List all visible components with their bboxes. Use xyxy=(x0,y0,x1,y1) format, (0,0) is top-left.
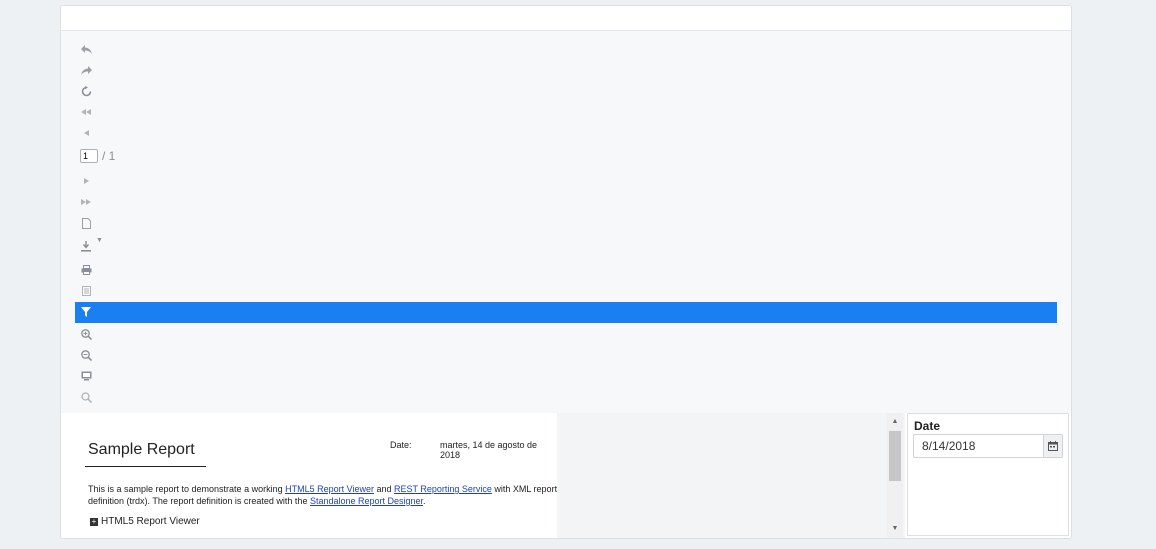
print-button[interactable] xyxy=(75,260,1057,281)
parameters-panel: Date 8/14/2018 xyxy=(907,413,1069,536)
html5-report-viewer-link[interactable]: HTML5 Report Viewer xyxy=(285,484,374,494)
next-page-button[interactable] xyxy=(75,171,1057,192)
parameters-button[interactable] xyxy=(75,302,1057,323)
toggle-page-size-button[interactable] xyxy=(75,366,1057,387)
report-description: This is a sample report to demonstrate a… xyxy=(88,483,557,507)
page-navigator: / 1 xyxy=(80,148,115,164)
page-count: / 1 xyxy=(102,149,116,163)
title-divider xyxy=(85,466,206,467)
first-page-icon xyxy=(79,105,93,119)
back-button[interactable] xyxy=(75,39,1057,60)
zoom-in-icon xyxy=(79,327,93,341)
desc-text: and xyxy=(373,484,394,494)
scroll-down-icon[interactable]: ▼ xyxy=(887,522,903,536)
zoom-in-button[interactable] xyxy=(75,324,1057,345)
date-parameter-value[interactable]: 8/14/2018 xyxy=(922,439,975,453)
last-page-icon xyxy=(79,195,93,209)
report-content-area[interactable]: Sample Report Date: martes, 14 de agosto… xyxy=(61,413,905,538)
date-value: martes, 14 de agosto de 2018 xyxy=(440,440,538,460)
desc-text: This is a sample report to demonstrate a… xyxy=(88,484,286,494)
desc-text: . xyxy=(423,496,426,506)
forward-button[interactable] xyxy=(75,60,1057,81)
search-icon xyxy=(79,390,93,404)
print-preview-icon xyxy=(79,216,93,230)
expand-plus-icon[interactable]: + xyxy=(90,517,98,526)
document-map-icon xyxy=(79,284,93,298)
report-title: Sample Report xyxy=(88,441,195,458)
search-button[interactable] xyxy=(75,387,1057,408)
rest-reporting-service-link[interactable]: REST Reporting Service xyxy=(394,484,492,494)
report-viewer: / 1 ▼ xyxy=(60,5,1072,539)
calendar-icon[interactable] xyxy=(1043,435,1062,457)
first-page-button[interactable] xyxy=(75,102,1057,123)
toolbar: / 1 ▼ xyxy=(61,31,1071,413)
scroll-up-icon[interactable]: ▲ xyxy=(887,415,903,429)
refresh-icon xyxy=(79,84,93,98)
section-toggle[interactable]: + HTML5 Report Viewer xyxy=(90,516,200,527)
document-map-button[interactable] xyxy=(75,281,1057,302)
print-icon xyxy=(79,263,93,277)
date-label: Date: xyxy=(390,440,412,450)
date-parameter-field[interactable]: 8/14/2018 xyxy=(913,434,1063,458)
zoom-out-button[interactable] xyxy=(75,345,1057,366)
section-label: HTML5 Report Viewer xyxy=(101,516,200,527)
export-button[interactable]: ▼ xyxy=(75,236,1057,257)
print-preview-button[interactable] xyxy=(75,213,1057,234)
standalone-report-designer-link[interactable]: Standalone Report Designer xyxy=(310,496,423,506)
previous-page-button[interactable] xyxy=(75,123,1057,144)
vertical-scrollbar[interactable]: ▲ ▼ xyxy=(887,413,903,538)
scroll-thumb[interactable] xyxy=(889,431,901,481)
report-page: Sample Report Date: martes, 14 de agosto… xyxy=(61,413,557,538)
last-page-button[interactable] xyxy=(75,192,1057,213)
viewer-header xyxy=(61,6,1071,31)
filter-icon xyxy=(79,305,93,319)
refresh-button[interactable] xyxy=(75,81,1057,102)
export-dropdown-caret-icon[interactable]: ▼ xyxy=(96,237,103,244)
previous-page-icon xyxy=(79,126,93,140)
next-page-icon xyxy=(79,174,93,188)
toggle-page-size-icon xyxy=(79,369,93,383)
export-icon xyxy=(79,239,93,253)
forward-icon xyxy=(79,63,93,77)
back-icon xyxy=(79,42,93,56)
zoom-out-icon xyxy=(79,348,93,362)
current-page-input[interactable] xyxy=(80,149,98,163)
date-parameter-label: Date xyxy=(914,419,941,433)
